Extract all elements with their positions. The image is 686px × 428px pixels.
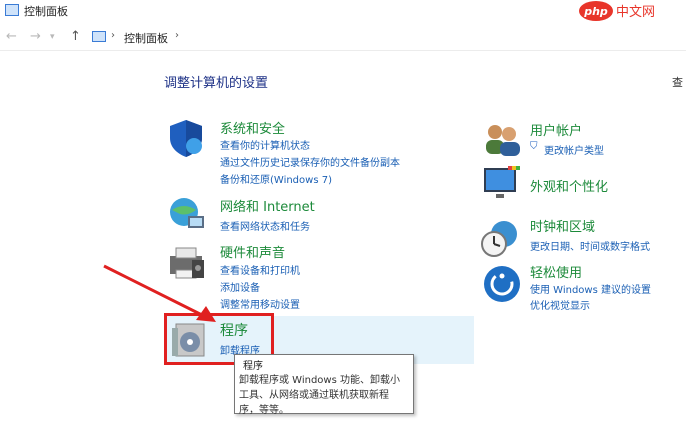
- category-hardware-sound[interactable]: 硬件和声音: [220, 242, 285, 261]
- php-watermark-logo: php 中文网: [579, 1, 655, 21]
- forward-arrow-icon[interactable]: →: [30, 29, 41, 44]
- tooltip-line: 卸载程序或 Windows 功能、卸载小: [239, 375, 400, 386]
- back-arrow-icon[interactable]: ←: [6, 29, 17, 44]
- link-mobility-settings[interactable]: 调整常用移动设置: [220, 296, 300, 311]
- link-change-date-time[interactable]: 更改日期、时间或数字格式: [530, 238, 650, 253]
- recent-dropdown-icon[interactable]: ▾: [50, 32, 55, 42]
- link-devices-printers[interactable]: 查看设备和打印机: [220, 262, 300, 277]
- programs-tooltip: 程序 卸载程序或 Windows 功能、卸载小 工具、从网络或通过联机获取新程 …: [234, 354, 414, 416]
- shield-icon: [170, 120, 202, 157]
- breadcrumb-chevron-icon[interactable]: ›: [175, 30, 179, 41]
- page-title: 调整计算机的设置: [164, 76, 269, 91]
- appearance-monitor-icon: [484, 166, 520, 198]
- link-backup-restore[interactable]: 备份和还原(Windows 7): [220, 171, 332, 186]
- tooltip-title: 程序: [243, 361, 263, 372]
- control-panel-icon: [5, 4, 19, 16]
- category-user-accounts[interactable]: 用户帐户: [530, 120, 582, 139]
- user-accounts-icon: [486, 125, 520, 156]
- svg-text:php: php: [583, 5, 608, 18]
- control-panel-crumb-icon: [92, 31, 106, 42]
- uac-shield-icon: ⛉: [530, 141, 538, 152]
- category-ease-of-access[interactable]: 轻松使用: [530, 262, 582, 281]
- view-by-label[interactable]: 查: [672, 74, 683, 90]
- breadcrumb-control-panel[interactable]: 控制面板: [124, 30, 168, 46]
- link-windows-recommended-settings[interactable]: 使用 Windows 建议的设置: [530, 281, 651, 296]
- breadcrumb-chevron-icon[interactable]: ›: [111, 30, 115, 41]
- category-appearance[interactable]: 外观和个性化: [530, 176, 608, 195]
- watermark-text: 中文网: [616, 5, 655, 20]
- clock-globe-icon: [481, 221, 517, 257]
- title-bar: 控制面板 php 中文网: [0, 0, 686, 22]
- tooltip-body: 卸载程序或 Windows 功能、卸载小 工具、从网络或通过联机获取新程 序，等…: [239, 373, 409, 418]
- network-globe-icon: [170, 198, 204, 228]
- up-arrow-icon[interactable]: ↑: [70, 29, 81, 44]
- ease-of-access-icon: [484, 266, 520, 302]
- category-network-internet[interactable]: 网络和 Internet: [220, 196, 315, 215]
- window-title: 控制面板: [24, 5, 68, 18]
- link-optimize-visual-display[interactable]: 优化视觉显示: [530, 297, 590, 312]
- link-network-status[interactable]: 查看网络状态和任务: [220, 218, 310, 233]
- category-system-security[interactable]: 系统和安全: [220, 118, 285, 137]
- tooltip-line: 序，等等。: [239, 405, 289, 416]
- category-clock-region[interactable]: 时钟和区域: [530, 216, 595, 235]
- address-bar: ← → ▾ ↑ › 控制面板 ›: [0, 24, 686, 51]
- tooltip-line: 工具、从网络或通过联机获取新程: [239, 390, 389, 401]
- link-file-history-backup[interactable]: 通过文件历史记录保存你的文件备份副本: [220, 154, 400, 169]
- annotation-arrow-icon: [103, 264, 216, 322]
- link-view-computer-status[interactable]: 查看你的计算机状态: [220, 137, 310, 152]
- link-add-device[interactable]: 添加设备: [220, 279, 260, 294]
- link-change-account-type[interactable]: 更改帐户类型: [544, 142, 604, 157]
